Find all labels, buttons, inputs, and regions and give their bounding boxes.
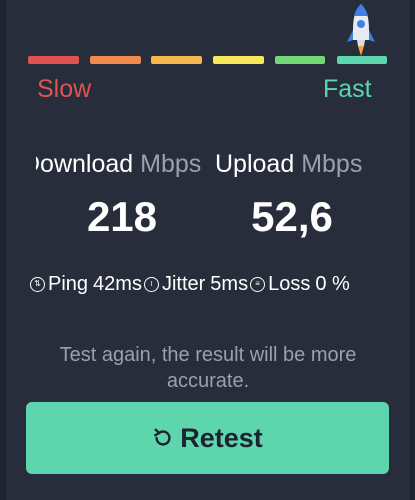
jitter-icon: ≀ xyxy=(143,276,159,292)
speed-scale-segment xyxy=(90,56,141,64)
retest-button[interactable]: Retest xyxy=(26,402,389,474)
speed-scale-segment xyxy=(213,56,264,64)
loss-value: 0 % xyxy=(315,272,350,295)
speed-scale-segment xyxy=(275,56,325,64)
fast-label: Fast xyxy=(323,75,372,103)
jitter-label: Jitter xyxy=(161,272,206,295)
right-edge xyxy=(410,0,415,500)
download-title: Download Mbps xyxy=(36,149,209,179)
loss-icon: ≡ xyxy=(250,276,266,292)
download-label: Download xyxy=(36,150,134,178)
download-unit: Mbps xyxy=(140,150,202,178)
left-edge xyxy=(0,0,6,500)
jitter-value: 5ms xyxy=(210,272,249,295)
hint-text: Test again, the result will be more accu… xyxy=(59,344,357,392)
upload-value: 52,6 xyxy=(251,193,333,240)
download-value: 218 xyxy=(86,193,158,240)
upload-unit: Mbps xyxy=(301,150,363,178)
upload-label: Upload xyxy=(215,150,295,178)
refresh-icon xyxy=(154,428,171,446)
rocket-icon xyxy=(347,4,375,56)
ping-label: Ping xyxy=(48,272,89,295)
upload-title: Upload Mbps xyxy=(215,149,362,179)
speed-scale-segment xyxy=(151,56,202,64)
slow-label: Slow xyxy=(37,75,92,103)
ping-icon: ⇅ xyxy=(30,276,45,292)
loss-label: Loss xyxy=(268,272,311,295)
speed-scale-segment xyxy=(337,56,387,64)
stats-row: ⇅ Ping 42ms ≀ Jitter 5ms ≡ Loss 0 % xyxy=(30,270,350,298)
retest-label: Retest xyxy=(180,422,263,453)
speed-scale-segment xyxy=(28,56,79,64)
ping-value: 42ms xyxy=(93,272,142,295)
